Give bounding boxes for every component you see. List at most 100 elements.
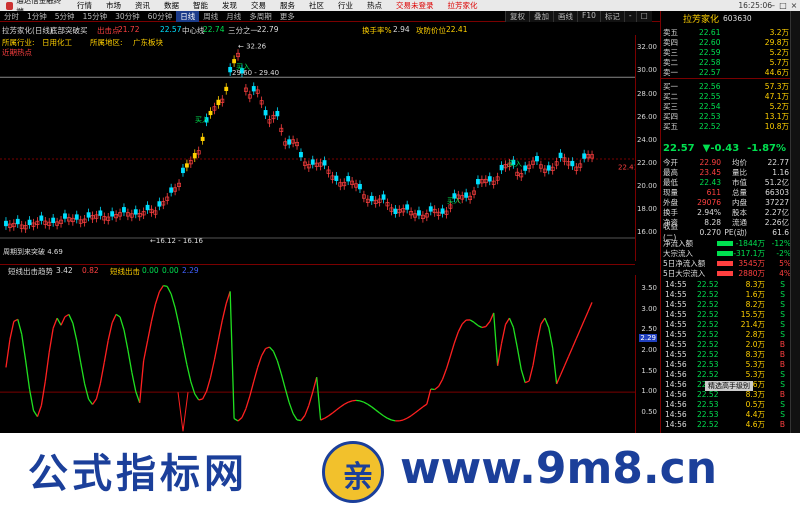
flow-pct: -12% bbox=[771, 238, 791, 248]
menu-item-service[interactable]: 服务 bbox=[273, 0, 302, 11]
ask-row[interactable]: 卖一 22.57 44.6万 bbox=[661, 67, 791, 77]
ask-row[interactable]: 卖五 22.61 3.2万 bbox=[661, 27, 791, 37]
bid-row[interactable]: 买一 22.56 57.3万 bbox=[661, 81, 791, 91]
oscillator-chart[interactable] bbox=[0, 275, 635, 433]
buy-signal-label: 买入 bbox=[236, 63, 250, 71]
current-stock-link[interactable]: 拉芳家化 bbox=[441, 0, 485, 11]
bid-row[interactable]: 买五 22.52 10.8万 bbox=[661, 121, 791, 131]
flow-bar bbox=[717, 260, 733, 266]
right-scrollbar[interactable] bbox=[790, 11, 800, 433]
candle bbox=[177, 179, 181, 191]
tick-price: 22.52 bbox=[697, 279, 719, 289]
period-tab-60m[interactable]: 60分钟 bbox=[144, 11, 177, 22]
oscillator-segment bbox=[414, 409, 420, 414]
close-icon[interactable]: × bbox=[789, 0, 799, 11]
candle bbox=[306, 160, 311, 172]
oscillator-segment bbox=[347, 400, 353, 403]
flow-pct: 4% bbox=[779, 268, 791, 278]
period-tab-30m[interactable]: 30分钟 bbox=[111, 11, 144, 22]
order-volume: 44.6万 bbox=[764, 67, 789, 77]
oscillator-segment bbox=[552, 347, 558, 385]
maximize-icon[interactable]: □ bbox=[778, 0, 788, 11]
stat-value: 611 bbox=[706, 187, 721, 197]
sub-value-4: 0.00 bbox=[162, 266, 179, 275]
tool-f10[interactable]: F10 bbox=[577, 11, 600, 22]
menu-item-hot[interactable]: 热点 bbox=[360, 0, 389, 11]
menu-item-data[interactable]: 数据 bbox=[157, 0, 186, 11]
oscillator-segment bbox=[367, 403, 373, 408]
tick-time: 14:56 bbox=[665, 379, 687, 389]
menu-item-market[interactable]: 市场 bbox=[99, 0, 128, 11]
buy-signal-label: 买入 bbox=[447, 197, 461, 205]
oscillator-segment bbox=[229, 291, 235, 419]
oscillator-segment bbox=[418, 406, 424, 411]
candle bbox=[491, 177, 496, 189]
ask-row[interactable]: 卖四 22.60 29.8万 bbox=[661, 37, 791, 47]
tool-min[interactable]: - bbox=[623, 11, 636, 22]
bid-row[interactable]: 买四 22.53 13.1万 bbox=[661, 111, 791, 121]
order-price: 22.54 bbox=[699, 101, 721, 111]
period-tab-daily[interactable]: 日线 bbox=[176, 10, 200, 22]
candle bbox=[574, 162, 579, 175]
tick-time: 14:55 bbox=[665, 279, 687, 289]
tool-overlay[interactable]: 叠加 bbox=[529, 11, 553, 22]
period-tab-weekly[interactable]: 周线 bbox=[199, 11, 222, 22]
stat-row: 最低 22.43 市值 51.2亿 bbox=[661, 177, 791, 187]
period-tab-1m[interactable]: 1分钟 bbox=[23, 11, 51, 22]
bid-row[interactable]: 买二 22.55 47.1万 bbox=[661, 91, 791, 101]
candle bbox=[157, 197, 162, 211]
ask-row[interactable]: 卖二 22.58 5.7万 bbox=[661, 57, 791, 67]
candle bbox=[181, 164, 185, 177]
oscillator-segment bbox=[587, 302, 593, 312]
candle bbox=[424, 209, 429, 222]
candle bbox=[94, 210, 99, 223]
tick-direction: B bbox=[779, 339, 785, 349]
menu-item-quotes[interactable]: 行情 bbox=[70, 0, 99, 11]
tick-direction: S bbox=[780, 399, 785, 409]
tool-draw[interactable]: 画线 bbox=[553, 11, 577, 22]
stat-value: 37227 bbox=[765, 197, 789, 207]
oscillator-segment bbox=[489, 312, 495, 322]
bid-row[interactable]: 买三 22.54 5.2万 bbox=[661, 101, 791, 111]
stat-value: 22.77 bbox=[767, 157, 789, 167]
industry-value: 日用化工 bbox=[42, 38, 72, 47]
trade-login-status[interactable]: 交易未登录 bbox=[389, 0, 441, 11]
ask-row[interactable]: 卖三 22.59 5.2万 bbox=[661, 47, 791, 57]
candle bbox=[417, 206, 421, 220]
menu-item-industry[interactable]: 行业 bbox=[331, 0, 360, 11]
menu-item-news[interactable]: 资讯 bbox=[128, 0, 157, 11]
oscillator-segment bbox=[434, 385, 440, 391]
tool-adjust[interactable]: 复权 bbox=[505, 11, 529, 22]
stat-value: 2.94% bbox=[697, 207, 721, 217]
oscillator-segment bbox=[296, 419, 302, 422]
oscillator-segment bbox=[253, 367, 259, 382]
orderbook-divider bbox=[661, 78, 791, 79]
oscillator-segment bbox=[64, 313, 70, 318]
candlestick-chart[interactable]: ← 32.2629.60 - 29.40←16.12 - 16.16周期到来突破… bbox=[0, 35, 635, 261]
menu-item-smart[interactable]: 智能 bbox=[186, 0, 215, 11]
tool-mark[interactable]: 标记 bbox=[599, 11, 624, 22]
sub-value-2: 0.82 bbox=[82, 266, 99, 275]
menu-item-community[interactable]: 社区 bbox=[302, 0, 331, 11]
tool-max[interactable]: □ bbox=[635, 11, 652, 22]
oscillator-axis-tick: 0.50 bbox=[641, 407, 657, 416]
tick-popup[interactable]: 精选高手级别 bbox=[705, 381, 753, 391]
period-tab-15m[interactable]: 15分钟 bbox=[79, 11, 112, 22]
period-tab-multi[interactable]: 多周期 bbox=[245, 11, 276, 22]
menu-item-discover[interactable]: 发现 bbox=[215, 0, 244, 11]
candle bbox=[558, 149, 563, 162]
oscillator-segment bbox=[131, 372, 137, 392]
menu-item-trade[interactable]: 交易 bbox=[244, 0, 273, 11]
candle bbox=[318, 158, 323, 171]
oscillator-segment bbox=[17, 319, 23, 335]
quote-stock-name[interactable]: 拉芳家化 bbox=[683, 12, 719, 25]
period-tab-monthly[interactable]: 月线 bbox=[222, 11, 245, 22]
minimize-icon[interactable]: – bbox=[768, 0, 778, 11]
industry-info: 所属行业: 近期热点 日用化工 所属地区: 广东板块 bbox=[0, 36, 635, 57]
breakout-value: 22.41 bbox=[446, 25, 468, 34]
candle bbox=[98, 206, 103, 220]
period-tab-timeshare[interactable]: 分时 bbox=[0, 11, 23, 22]
candle bbox=[531, 156, 535, 169]
period-tab-5m[interactable]: 5分钟 bbox=[51, 11, 79, 22]
period-tab-more[interactable]: 更多 bbox=[276, 11, 299, 22]
